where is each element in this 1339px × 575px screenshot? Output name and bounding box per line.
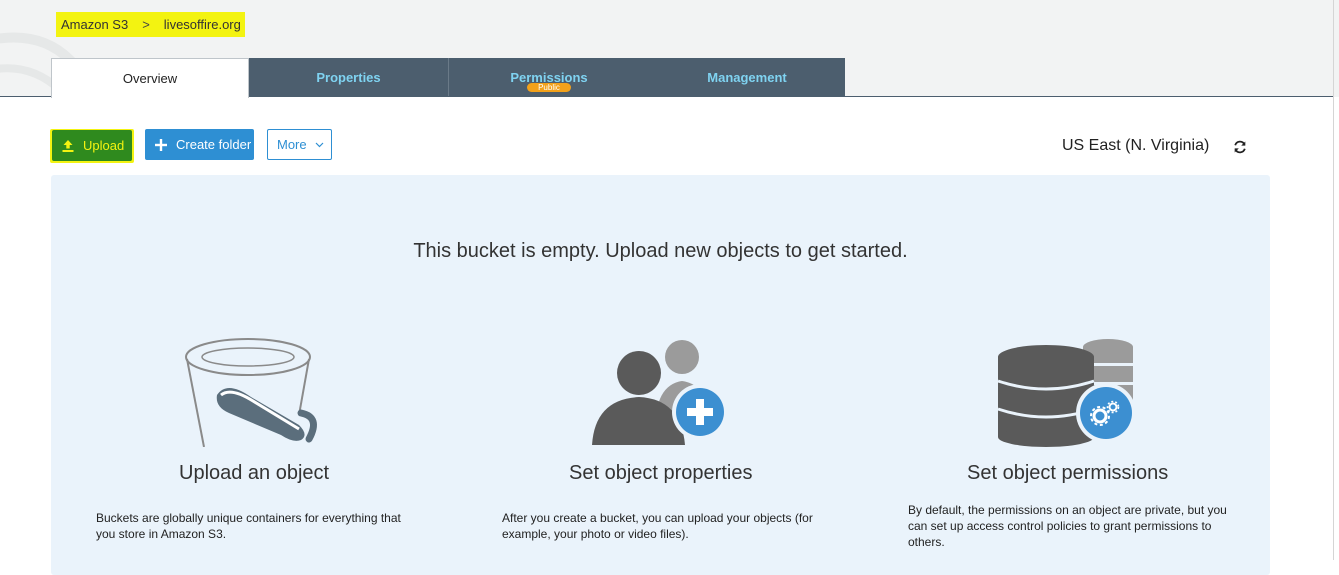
breadcrumb-separator: > bbox=[142, 17, 150, 32]
database-settings-icon bbox=[997, 339, 1136, 447]
upload-button[interactable]: Upload bbox=[52, 130, 132, 161]
upload-button-label: Upload bbox=[83, 138, 125, 153]
tab-permissions[interactable]: Permissions Public bbox=[449, 58, 649, 97]
card-desc-set-properties: After you create a bucket, you can uploa… bbox=[502, 511, 813, 541]
tab-properties-label: Properties bbox=[316, 70, 381, 85]
chevron-down-icon bbox=[315, 142, 324, 148]
users-add-icon bbox=[592, 340, 728, 445]
empty-bucket-message: This bucket is empty. Upload new objects… bbox=[413, 240, 908, 262]
tab-bar-underline-left bbox=[0, 96, 51, 97]
tab-overview[interactable]: Overview bbox=[51, 58, 249, 98]
card-title-upload-object: Upload an object bbox=[179, 462, 330, 484]
card-desc-set-permissions: By default, the permissions on an object… bbox=[908, 503, 1227, 549]
breadcrumb-root-link[interactable]: Amazon S3 bbox=[61, 17, 128, 32]
tab-group-permissions-management: Permissions Public Management bbox=[449, 58, 845, 97]
card-desc-upload-object: Buckets are globally unique containers f… bbox=[96, 511, 401, 541]
plus-icon bbox=[153, 137, 169, 153]
bucket-icon bbox=[185, 338, 317, 447]
empty-bucket-panel: This bucket is empty. Upload new objects… bbox=[51, 175, 1270, 575]
upload-icon bbox=[60, 138, 76, 154]
breadcrumb: Amazon S3 > livesoffire.org bbox=[56, 12, 245, 37]
card-title-set-properties: Set object properties bbox=[569, 462, 753, 484]
tab-overview-label: Overview bbox=[122, 71, 178, 86]
page-right-border bbox=[1333, 0, 1334, 560]
tab-properties[interactable]: Properties bbox=[249, 58, 448, 97]
region-label: US East (N. Virginia) bbox=[1062, 137, 1210, 154]
tab-divider bbox=[448, 58, 449, 97]
more-dropdown-button[interactable]: More bbox=[267, 129, 332, 160]
tab-bar-underline bbox=[249, 96, 1333, 97]
create-folder-label: Create folder bbox=[176, 137, 252, 152]
card-title-set-permissions: Set object permissions bbox=[967, 462, 1169, 484]
create-folder-button[interactable]: Create folder bbox=[145, 129, 254, 160]
tab-management-label: Management bbox=[707, 70, 787, 85]
more-button-label: More bbox=[277, 137, 307, 152]
tab-management[interactable]: Management bbox=[649, 58, 845, 97]
public-badge: Public bbox=[527, 83, 571, 92]
refresh-icon[interactable] bbox=[1232, 139, 1248, 155]
breadcrumb-bucket: livesoffire.org bbox=[163, 17, 241, 32]
